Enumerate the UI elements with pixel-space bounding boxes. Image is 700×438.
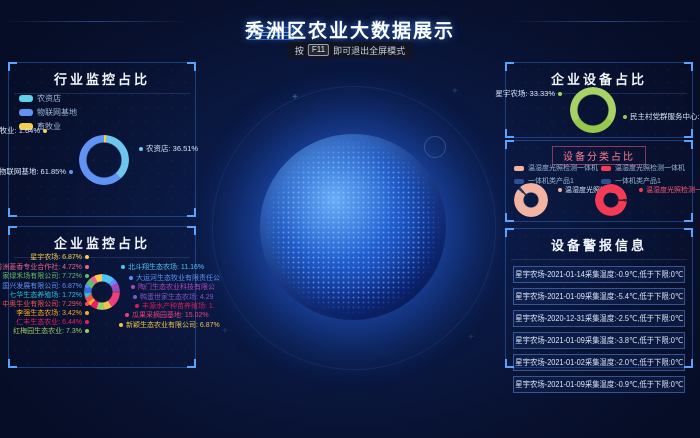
legend-swatch (514, 179, 524, 184)
pie-label-text: 星宇农场: 33.33% (495, 88, 555, 99)
pie-label: 物联网基地: 61.85% (0, 166, 73, 177)
alarm-list: 星宇农场-2021-01-14采集温度:-0.9℃,低于下限:0℃ 星宇农场-2… (513, 266, 685, 393)
pie-label-dot (69, 170, 73, 174)
legend-item[interactable]: 物联网基地 (19, 107, 77, 118)
pie-label-dot (125, 313, 129, 317)
pie-label: 瓜果采摘园基地: 15.02% (125, 310, 209, 320)
alarm-text: 星宇农场-2021-01-09采集温度:-3.8℃,低于下限:0℃ (515, 335, 683, 346)
alarm-row: 星宇农场-2021-01-09采集温度:-3.8℃,低于下限:0℃ (513, 332, 685, 349)
panel-industry-ratio: 行业监控占比 农资店 物联网基地 畜牧业 畜牧业: 1.64% 农资店: 36.… (8, 62, 196, 217)
legend-label: 物联网基地 (37, 107, 77, 118)
alarm-text: 星宇农场-2021-01-14采集温度:-0.9℃,低于下限:0℃ (515, 269, 683, 280)
pie-label-dot (558, 92, 562, 96)
pie-label-text: 红梅园生态农业: 7.3% (13, 326, 82, 336)
pie-label-dot (558, 188, 562, 192)
panel-title: 设备警报信息 (511, 229, 687, 260)
alarm-row: 星宇农场-2021-01-02采集温度:-2.0℃,低于下限:0℃ (513, 354, 685, 371)
fullscreen-exit-tip: 按 F11 即可退出全屏模式 (287, 42, 413, 58)
alarm-text: 星宇农场-2021-01-09采集温度:-0.9℃,低于下限:0℃ (515, 379, 683, 390)
pie-label-text: 物联网基地: 61.85% (0, 166, 66, 177)
alarm-row: 星宇农场-2021-01-09采集温度:-0.9℃,低于下限:0℃ (513, 376, 685, 393)
pie-label-dot (85, 329, 89, 333)
pie-label: 农资店: 36.51% (139, 143, 198, 154)
pie-label-text: 星宇农场: 6.87% (30, 252, 82, 262)
pie-label: 民主村党群服务中心: (623, 111, 700, 122)
pie-label-dot (135, 304, 139, 308)
page-title: 秀洲区农业大数据展示 (0, 16, 700, 43)
pie-label-dot (43, 129, 47, 133)
legend-swatch (19, 109, 33, 116)
legend-swatch (601, 179, 611, 184)
pie-label: 新颖生态农业有限公司: 6.87% (119, 320, 220, 330)
alarm-row: 星宇农场-2021-01-09采集温度:-5.4℃,低于下限:0℃ (513, 288, 685, 305)
alarm-text: 星宇农场-2020-12-31采集温度:-2.5℃,低于下限:0℃ (515, 313, 683, 324)
pie-label: 星宇农场: 6.87% (30, 252, 89, 262)
globe (260, 134, 446, 320)
pie-label: 温湿度光照检测一 (639, 185, 700, 195)
decor-ring (424, 136, 446, 158)
pie-label-dot (121, 265, 125, 269)
pie-label-dot (85, 293, 89, 297)
pie-label: 红梅园生态农业: 7.3% (13, 326, 89, 336)
panel-device-class-ratio: 设备分类占比 温湿度光照检测一体机 一体机类产品1 温湿度光照检测一 温湿度光照… (505, 140, 693, 222)
pie-label-dot (85, 320, 89, 324)
globe-dot-map (266, 140, 440, 314)
pie-label-text: 瓜果采摘园基地: 15.02% (132, 310, 209, 320)
industry-donut-chart[interactable] (79, 135, 129, 185)
pie-label: 北斗翔生态农场: 11.16% (121, 262, 204, 272)
legend-item[interactable]: 农资店 (19, 93, 77, 104)
pie-label-dot (129, 276, 133, 280)
pie-label-dot (85, 302, 89, 306)
panel-enterprise-ratio: 企业监控占比 星宇农场: 6.87% 秀洲菱香专业合作社: 4.72% 家绿禾场… (8, 226, 196, 368)
legend-swatch (601, 166, 611, 171)
tip-suffix: 即可退出全屏模式 (333, 44, 405, 57)
pie-label-dot (133, 295, 137, 299)
device-class-donut-right[interactable] (595, 184, 627, 216)
pie-label-dot (139, 147, 143, 151)
panel-device-alarms: 设备警报信息 星宇农场-2021-01-14采集温度:-0.9℃,低于下限:0℃… (505, 228, 693, 368)
decor-plus: + (452, 86, 458, 97)
pie-label-dot (639, 188, 643, 192)
pie-label-dot (85, 255, 89, 259)
legend-item[interactable]: 温湿度光照检测一体机 (601, 163, 685, 173)
pie-label-dot (85, 265, 89, 269)
legend-swatch (514, 166, 524, 171)
device-class-legend-right: 温湿度光照检测一体机 一体机类产品1 (601, 163, 685, 186)
legend-label: 农资店 (37, 93, 61, 104)
panel-equipment-ratio: 企业设备占比 星宇农场: 33.33% 民主村党群服务中心: (505, 62, 693, 138)
tip-prefix: 按 (295, 44, 304, 57)
alarm-text: 星宇农场-2021-01-09采集温度:-5.4℃,低于下限:0℃ (515, 291, 683, 302)
pie-label-dot (131, 285, 135, 289)
alarm-text: 星宇农场-2021-01-02采集温度:-2.0℃,低于下限:0℃ (515, 357, 683, 368)
pie-label-text: 北斗翔生态农场: 11.16% (128, 262, 204, 272)
pie-label-dot (85, 274, 89, 278)
pie-label-text: 民主村党群服务中心: (630, 111, 700, 122)
panel-title: 行业监控占比 (14, 63, 190, 94)
dashboard: + + + + 秀洲区农业大数据展示 按 F11 即可退出全屏模式 行业监控占比… (0, 0, 700, 438)
pie-label: 畜牧业: 1.64% (0, 125, 47, 136)
pie-label-text: 农资店: 36.51% (146, 143, 198, 154)
device-class-donut-left[interactable] (514, 183, 548, 217)
pie-label-dot (119, 323, 123, 327)
pie-label-text: 家绿禾场有限公司: 7.72% (2, 271, 82, 281)
pie-label: 陶门生态农业科技有限公 (131, 282, 215, 292)
legend-label: 温湿度光照检测一体机 (615, 163, 685, 173)
pie-label-text: 温湿度光照检测一 (646, 185, 700, 195)
alarm-row: 星宇农场-2020-12-31采集温度:-2.5℃,低于下限:0℃ (513, 310, 685, 327)
pie-label-dot (85, 311, 89, 315)
legend-swatch (19, 95, 33, 102)
pie-label-text: 陶门生态农业科技有限公 (138, 282, 215, 292)
legend-item[interactable]: 温湿度光照检测一体机 (514, 163, 598, 173)
pie-label-text: 新颖生态农业有限公司: 6.87% (126, 320, 220, 330)
enterprise-donut-chart[interactable] (84, 274, 120, 310)
legend-label: 温湿度光照检测一体机 (528, 163, 598, 173)
pie-label-dot (623, 115, 627, 119)
pie-label-text: 畜牧业: 1.64% (0, 125, 40, 136)
pie-label-dot (85, 284, 89, 288)
pie-label: 家绿禾场有限公司: 7.72% (2, 271, 89, 281)
f11-key: F11 (308, 44, 329, 56)
pie-label: 星宇农场: 33.33% (495, 88, 562, 99)
equipment-donut-chart[interactable] (570, 87, 616, 133)
alarm-row: 星宇农场-2021-01-14采集温度:-0.9℃,低于下限:0℃ (513, 266, 685, 283)
